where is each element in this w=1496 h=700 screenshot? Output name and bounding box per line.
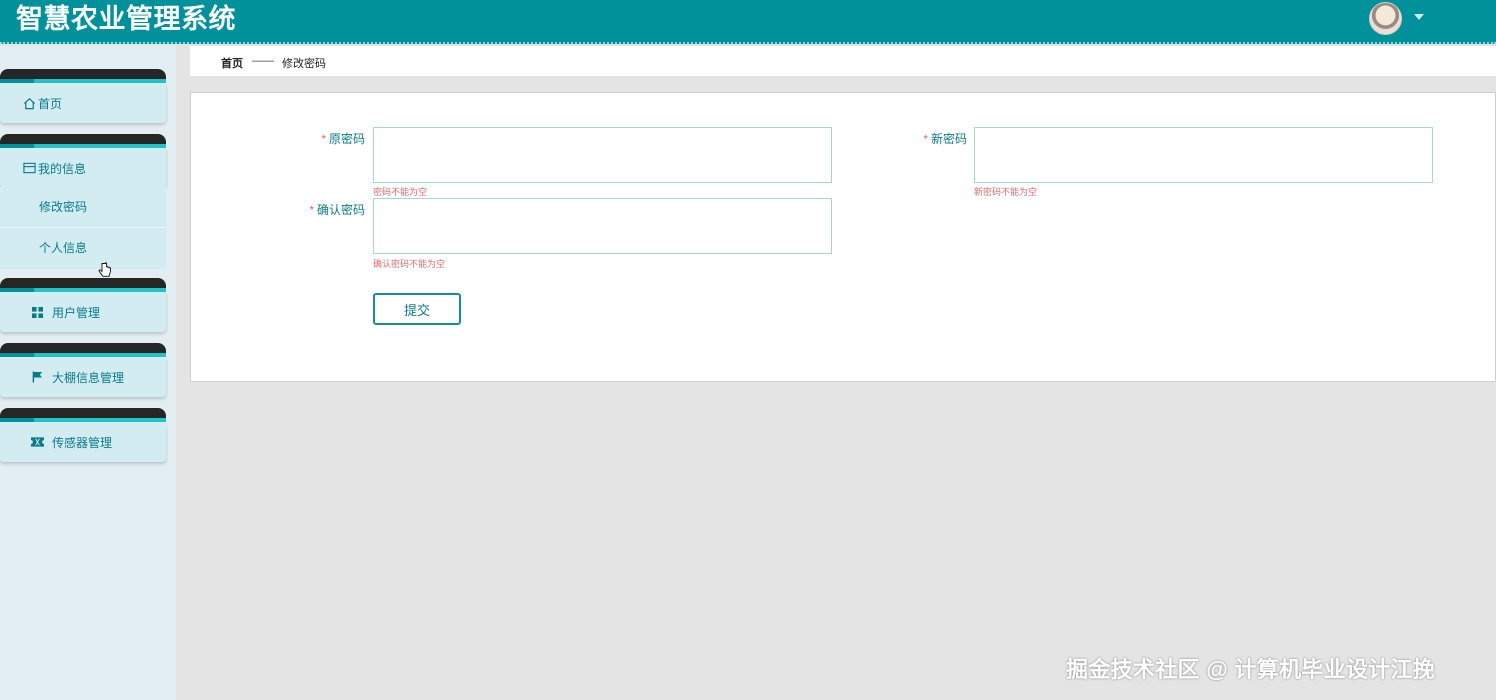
sidebar-item-label: 用户管理 — [52, 305, 101, 320]
old-password-input[interactable] — [373, 127, 832, 183]
old-password-label: * 原密码 — [321, 132, 365, 146]
change-password-form: * 原密码 密码不能为空 * 新密码 新密码不能为空 * 确认密码 确认密码不能为空 … — [190, 92, 1496, 382]
user-avatar[interactable] — [1369, 2, 1402, 35]
submenu-item-personal-info[interactable]: 个人信息 — [0, 227, 166, 267]
old-password-error: 密码不能为空 — [373, 187, 428, 197]
submenu-item-change-password[interactable]: 修改密码 — [0, 187, 166, 227]
sidebar-item-label: 传感器管理 — [52, 435, 113, 450]
app-title: 智慧农业管理系统 — [16, 4, 236, 34]
sidebar-item-home[interactable]: 首页 — [0, 69, 166, 123]
sidebar-item-label: 我的信息 — [38, 161, 87, 176]
sidebar-item-user-management[interactable]: 用户管理 — [0, 278, 166, 332]
sidebar-item-greenhouse-management[interactable]: 大棚信息管理 — [0, 343, 166, 397]
grid-icon — [30, 305, 44, 319]
submit-button[interactable]: 提交 — [373, 293, 461, 325]
breadcrumb-current: 修改密码 — [282, 58, 326, 70]
watermark: 掘金技术社区 @ 计算机毕业设计江挽 — [1066, 657, 1436, 682]
breadcrumb: 首页 —— 修改密码 — [190, 46, 1496, 77]
sidebar-item-label: 首页 — [38, 96, 63, 111]
new-password-error: 新密码不能为空 — [974, 187, 1038, 197]
new-password-label: * 新密码 — [923, 132, 967, 146]
confirm-password-input[interactable] — [373, 198, 832, 254]
flag-icon — [30, 370, 44, 384]
ticket-icon — [30, 435, 44, 449]
sidebar: 首页 我的信息 修改密码 个人信息 用户管理 大棚信息管理 传感器管理 — [0, 46, 176, 700]
top-header: 智慧农业管理系统 — [0, 0, 1496, 44]
id-card-icon — [22, 161, 36, 175]
sidebar-item-my-info[interactable]: 我的信息 — [0, 134, 166, 188]
new-password-input[interactable] — [974, 127, 1433, 183]
confirm-password-error: 确认密码不能为空 — [373, 259, 446, 269]
sidebar-item-sensor-management[interactable]: 传感器管理 — [0, 408, 166, 462]
home-icon — [22, 96, 36, 110]
breadcrumb-home[interactable]: 首页 — [221, 55, 243, 71]
sidebar-item-label: 大棚信息管理 — [52, 370, 125, 385]
breadcrumb-separator: —— — [252, 55, 274, 67]
submenu-my-info: 修改密码 个人信息 — [0, 187, 166, 269]
confirm-password-label: * 确认密码 — [309, 203, 365, 217]
caret-down-icon[interactable] — [1414, 14, 1424, 20]
